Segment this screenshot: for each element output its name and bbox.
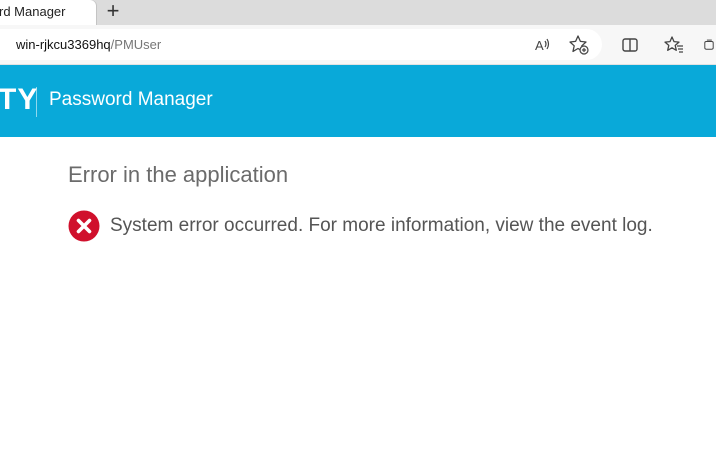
favorites-icon[interactable] (661, 25, 687, 65)
url-host: win-rjkcu3369hq (16, 37, 111, 52)
address-bar[interactable]: win-rjkcu3369hq/PMUser (0, 29, 602, 60)
error-message: System error occurred. For more informat… (110, 215, 653, 236)
browser-tab-active[interactable]: rd Manager (0, 0, 96, 25)
error-heading: Error in the application (68, 162, 289, 187)
browser-tab-strip: rd Manager + (0, 0, 716, 25)
header-divider (36, 87, 37, 117)
collections-icon[interactable] (702, 25, 716, 65)
split-screen-icon[interactable] (617, 25, 643, 65)
read-aloud-icon[interactable]: A (530, 25, 556, 65)
brand-logo-text: TY (0, 83, 39, 116)
add-favorite-icon[interactable] (566, 25, 592, 65)
tab-title: rd Manager (0, 4, 66, 19)
app-title: Password Manager (49, 89, 213, 110)
browser-toolbar: win-rjkcu3369hq/PMUser A (0, 25, 716, 65)
url-path: /PMUser (110, 37, 162, 52)
svg-text:A: A (535, 38, 544, 53)
new-tab-button[interactable]: + (101, 0, 125, 22)
app-header-banner: TY Password Manager (0, 65, 716, 137)
url-text[interactable]: win-rjkcu3369hq/PMUser (16, 37, 161, 52)
error-x-icon (68, 210, 100, 242)
